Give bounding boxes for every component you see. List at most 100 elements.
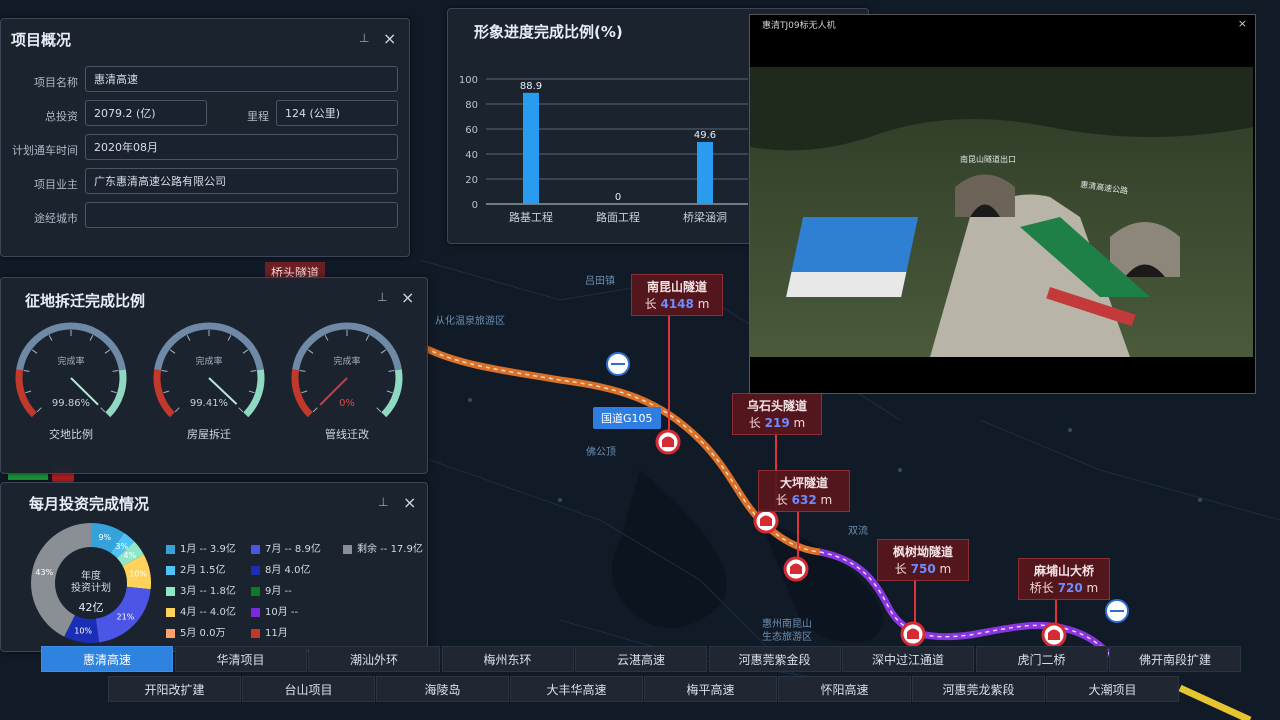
- gauge-value: 99.41%: [189, 398, 229, 409]
- tunnel-length-prefix: 长: [748, 416, 761, 430]
- legend-item[interactable]: 10月 --: [251, 603, 298, 618]
- bridge-callout-mabushan[interactable]: 麻埔山大桥 桥长 720 m: [1018, 558, 1110, 600]
- mileage-field[interactable]: 124 (公里): [276, 100, 398, 126]
- project-tab[interactable]: 虎门二桥: [975, 646, 1108, 672]
- tunnel-callout-nankunshan[interactable]: 南昆山隧道 长 4148 m: [631, 274, 723, 316]
- pin-icon[interactable]: ⊥: [377, 290, 387, 304]
- project-tab[interactable]: 云湛高速: [575, 646, 707, 672]
- planned-open-date-field[interactable]: 2020年08月: [85, 134, 398, 160]
- y-tick-label: 100: [459, 75, 478, 86]
- x-category-label: 桥梁涵洞: [683, 210, 727, 224]
- map-place-label: 吕田镇: [585, 276, 615, 287]
- legend-item[interactable]: 5月 0.0万: [166, 624, 225, 639]
- project-tab[interactable]: 河惠莞龙紫段: [912, 676, 1045, 702]
- scene-sign-text: 南昆山隧道出口: [960, 154, 1016, 164]
- close-icon[interactable]: ×: [383, 29, 396, 48]
- donut-center-value: 42亿: [78, 601, 104, 614]
- donut-slice-label: 9%: [98, 533, 111, 542]
- gauge-dial: [153, 322, 265, 418]
- legend-swatch: [166, 607, 175, 617]
- project-tab[interactable]: 大丰华高速: [510, 676, 643, 702]
- video-title: 惠清TJ09标无人机: [762, 21, 836, 31]
- panel-title: 项目概况: [11, 31, 72, 49]
- bar[interactable]: [697, 142, 713, 204]
- gauge-tick: [388, 369, 395, 372]
- legend-item[interactable]: 剩余 -- 17.9亿: [343, 540, 423, 555]
- tunnel-name: 枫树坳隧道: [892, 545, 953, 559]
- gauge-tick: [110, 390, 117, 394]
- legend-item[interactable]: 2月 1.5亿: [166, 561, 225, 576]
- bar[interactable]: [523, 92, 539, 204]
- gauge-value: 99.86%: [51, 398, 91, 409]
- project-tab[interactable]: 华清项目: [174, 646, 307, 672]
- map-place-label: 生态旅游区: [762, 632, 812, 643]
- legend-item[interactable]: 11月: [251, 624, 288, 639]
- gauge-tick: [112, 369, 119, 372]
- tunnel-callout-wushitou[interactable]: 乌石头隧道 长 219 m: [732, 393, 822, 435]
- project-tab[interactable]: 海陵岛: [376, 676, 509, 702]
- gauge-tick: [386, 390, 393, 394]
- tunnel-callout-daping[interactable]: 大坪隧道 长 632 m: [758, 470, 850, 512]
- close-icon[interactable]: ×: [403, 493, 416, 512]
- project-name-field[interactable]: 惠清高速: [85, 66, 398, 92]
- project-owner-field[interactable]: 广东惠清高速公路有限公司: [85, 168, 398, 194]
- legend-item[interactable]: 7月 -- 8.9亿: [251, 540, 321, 555]
- legend-item[interactable]: 9月 --: [251, 582, 292, 597]
- panel-title: 每月投资完成情况: [29, 495, 150, 513]
- gauge-tick: [48, 335, 53, 341]
- legend-swatch: [251, 628, 260, 638]
- progress-bar-chart: 0 20 40 60 80 100 88.9 路基工程 0 路面工程 49.6 桥梁涵洞: [459, 75, 748, 224]
- map-place-label: 佛公顶: [586, 447, 616, 458]
- tunnel-name: 乌石头隧道: [746, 399, 807, 413]
- cities-field[interactable]: [85, 202, 398, 228]
- legend-label: 10月 --: [265, 607, 299, 618]
- project-tab[interactable]: 梅平高速: [644, 676, 777, 702]
- gauge-dial: [291, 322, 403, 418]
- project-tab[interactable]: 深中过江通道: [842, 646, 974, 672]
- close-icon[interactable]: ×: [1238, 17, 1247, 30]
- donut-slice-label: 10%: [74, 626, 92, 635]
- land-acquisition-panel: 征地拆迁完成比例 ⊥ × 完成率 99.86% 交地比例 完成率 99.41% 房屋拆迁完…: [0, 277, 428, 474]
- close-icon[interactable]: ×: [401, 288, 414, 307]
- tunnel-callout-fengshuao[interactable]: 枫树坳隧道 长 750 m: [877, 539, 969, 581]
- legend-item[interactable]: 4月 -- 4.0亿: [166, 603, 236, 618]
- panel-title: 征地拆迁完成比例: [25, 292, 146, 310]
- legend-item[interactable]: 1月 -- 3.9亿: [166, 540, 236, 555]
- legend-item[interactable]: 8月 4.0亿: [251, 561, 310, 576]
- gauge-center-text: 完成率: [195, 357, 223, 367]
- y-tick-label: 0: [472, 200, 478, 211]
- legend-item[interactable]: 3月 -- 1.8亿: [166, 582, 236, 597]
- gauge-label: 管线迁改: [325, 428, 369, 441]
- project-tab[interactable]: 梅州东环: [441, 646, 574, 672]
- legend-label: 剩余 -- 17.9亿: [357, 544, 423, 555]
- drone-video-window[interactable]: 惠清TJ09标无人机 × 南昆山隧道出口 惠清高速公路: [749, 14, 1256, 394]
- project-tab[interactable]: 大潮项目: [1046, 676, 1179, 702]
- project-tab[interactable]: 惠清高速: [41, 646, 173, 672]
- pin-icon[interactable]: ⊥: [359, 31, 369, 45]
- gauge-2: 完成率 99.41% 房屋拆迁: [149, 318, 269, 458]
- legend-label: 7月 -- 8.9亿: [265, 544, 321, 555]
- project-tab[interactable]: 台山项目: [242, 676, 375, 702]
- x-category-label: 路基工程: [509, 211, 553, 224]
- callout-stem: [914, 578, 916, 623]
- legend-swatch: [166, 586, 175, 596]
- legend-label: 5月 0.0万: [180, 628, 226, 639]
- route-badge[interactable]: 国道G105: [593, 407, 661, 429]
- project-tab[interactable]: 开阳改扩建: [108, 676, 241, 702]
- map-place-label: 双流: [848, 526, 868, 537]
- x-category-label: 路面工程: [596, 211, 640, 224]
- total-investment-field[interactable]: 2079.2 (亿): [85, 100, 207, 126]
- project-tab[interactable]: 河惠莞紫金段: [708, 646, 841, 672]
- gauge-tick: [299, 369, 306, 372]
- gauge-tick: [248, 390, 255, 394]
- tunnel-length-prefix: 长: [894, 562, 907, 576]
- tunnel-length-unit: m: [697, 297, 710, 311]
- field-label: 途经城市: [34, 212, 78, 225]
- gauge-tick: [307, 349, 314, 354]
- pin-icon[interactable]: ⊥: [378, 495, 388, 509]
- project-tab[interactable]: 佛开南段扩建: [1109, 646, 1241, 672]
- legend-label: 4月 -- 4.0亿: [180, 607, 236, 618]
- project-tab[interactable]: 怀阳高速: [778, 676, 911, 702]
- project-tab[interactable]: 潮汕外环: [308, 646, 440, 672]
- map-place-label: 从化温泉旅游区: [435, 316, 505, 327]
